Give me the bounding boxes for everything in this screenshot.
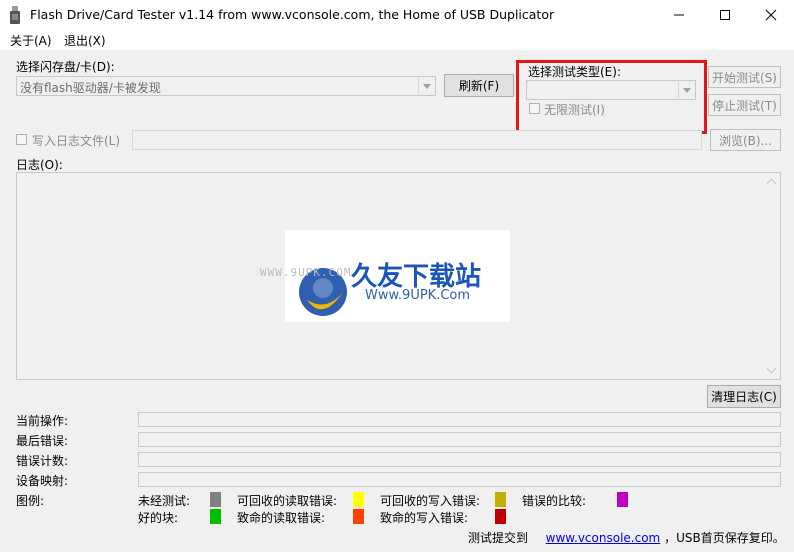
device-map-label: 设备映射:: [16, 474, 69, 488]
legend-swatch-fatal-write: [495, 509, 506, 524]
current-op-label: 当前操作:: [16, 414, 69, 428]
last-error-field: [138, 432, 781, 447]
highlight-box: [516, 60, 707, 134]
drive-select-value: 没有flash驱动器/卡被发现: [20, 81, 161, 95]
scroll-down-icon: [767, 368, 776, 373]
log-scrollbar[interactable]: [763, 173, 780, 379]
log-label: 日志(O):: [16, 158, 63, 172]
close-icon: [765, 9, 777, 21]
legend-swatch-fatal-read: [353, 509, 364, 524]
write-log-checkbox[interactable]: [16, 134, 27, 145]
error-count-label: 错误计数:: [16, 454, 69, 468]
legend-label: 图例:: [16, 494, 45, 508]
maximize-icon: [720, 10, 730, 20]
legend-item-label: 未经测试:: [138, 494, 191, 508]
vconsole-link[interactable]: www.vconsole.com: [546, 531, 661, 545]
close-button[interactable]: [748, 0, 794, 30]
error-count-field: [138, 452, 781, 467]
log-file-path-input[interactable]: [132, 130, 702, 150]
usb-drive-icon: [10, 6, 20, 24]
last-error-label: 最后错误:: [16, 434, 69, 448]
legend-item-label: 可回收的读取错误:: [237, 494, 338, 508]
legend-item-label: 可回收的写入错误:: [380, 494, 481, 508]
legend-item-label: 致命的写入错误:: [380, 511, 469, 525]
watermark-overlay: WWW.9UPK.COM 久友下载站 Www.9UPK.Com: [260, 230, 510, 322]
legend-swatch-recoverable-write: [495, 492, 506, 507]
device-map-field: [138, 472, 781, 487]
legend-item-label: 好的块:: [138, 511, 179, 525]
footer-text: 测试提交到 www.vconsole.com ，USB首页保存复印。: [468, 529, 785, 546]
maximize-button[interactable]: [702, 0, 748, 30]
menu-bar: [0, 30, 794, 50]
footer-prefix: 测试提交到: [468, 531, 529, 545]
watermark-small-url: WWW.9UPK.COM: [260, 266, 352, 279]
legend-swatch-compare-error: [617, 492, 628, 507]
legend-swatch-good-block: [210, 509, 221, 524]
current-op-field: [138, 412, 781, 427]
window-title: Flash Drive/Card Tester v1.14 from www.v…: [30, 7, 555, 22]
footer-suffix: ，USB首页保存复印。: [664, 531, 785, 545]
legend-swatch-untested: [210, 492, 221, 507]
browse-button[interactable]: 浏览(B)...: [710, 129, 781, 151]
start-test-button[interactable]: 开始测试(S): [708, 66, 781, 88]
minimize-button[interactable]: [656, 0, 702, 30]
menu-about[interactable]: 关于(A): [10, 32, 52, 49]
drive-select-label: 选择闪存盘/卡(D):: [16, 60, 115, 74]
legend-swatch-recoverable-read: [353, 492, 364, 507]
minimize-icon: [674, 14, 684, 16]
refresh-button[interactable]: 刷新(F): [444, 74, 514, 97]
legend-item-label: 致命的读取错误:: [237, 511, 326, 525]
menu-exit[interactable]: 退出(X): [64, 32, 106, 49]
write-log-label: 写入日志文件(L): [32, 134, 121, 148]
drive-select[interactable]: 没有flash驱动器/卡被发现: [16, 76, 436, 96]
legend-item-label: 错误的比较:: [522, 494, 587, 508]
clear-log-button[interactable]: 清理日志(C): [707, 385, 781, 408]
chevron-down-icon: [418, 78, 434, 94]
scroll-up-icon: [767, 179, 776, 184]
stop-test-button[interactable]: 停止测试(T): [708, 94, 781, 116]
watermark-url: Www.9UPK.Com: [365, 288, 471, 303]
